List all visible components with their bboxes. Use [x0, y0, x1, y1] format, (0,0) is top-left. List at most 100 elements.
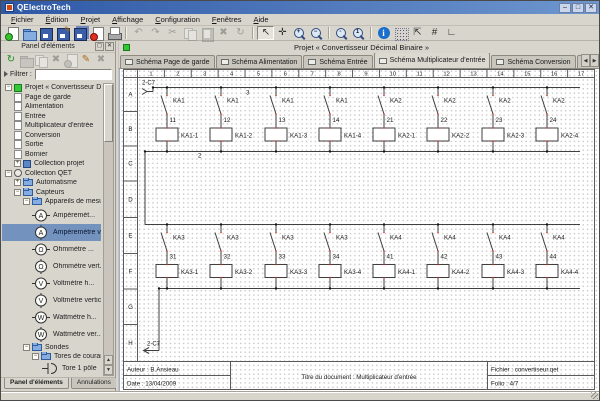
zoom-in-icon: + [292, 26, 308, 41]
tree-item-projet-convertisseur-deci[interactable]: −Projet « Convertisseur Déci... [2, 83, 101, 93]
tree-item-conversion[interactable]: Conversion [2, 131, 101, 141]
info-button[interactable]: i [375, 26, 392, 40]
tab-scroll-right-button[interactable]: ▶ [590, 54, 599, 67]
menu-fenetres[interactable]: Fenêtres [206, 15, 248, 24]
tree-expander[interactable]: − [5, 84, 12, 91]
float-panel-button[interactable]: ◻ [95, 42, 104, 51]
scroll-down-button[interactable]: ▼ [104, 365, 113, 375]
tree-item-alimentation[interactable]: Alimentation [2, 102, 101, 112]
open-project-icon [21, 26, 37, 41]
tree-item-tores-de-courant[interactable]: −Tores de courant [2, 352, 101, 362]
tree-item-voltmetre-h[interactable]: VVoltmètre h... [2, 275, 101, 292]
terminal-number: 14 [333, 117, 340, 124]
paste-button [198, 26, 215, 40]
tree-item-sondes[interactable]: −Sondes [2, 343, 101, 353]
schema-tab-label: Schéma Entrée [319, 59, 367, 66]
tab-schema-page-de-garde[interactable]: Schéma Page de garde [120, 55, 215, 68]
scroll-up-button[interactable]: ▲ [104, 355, 113, 365]
tree-item-amperemet[interactable]: AAmpèremèt... [2, 207, 101, 224]
tree-item-wattmetre-h[interactable]: WWattmètre h... [2, 309, 101, 326]
tree-item-bornier[interactable]: Bornier [2, 150, 101, 160]
save-button[interactable] [37, 26, 54, 40]
tree-item-ohmmetre[interactable]: ΩOhmmètre ... [2, 241, 101, 258]
scrollbar-thumb[interactable] [104, 84, 113, 142]
tab-schema-alimentation[interactable]: Schéma Alimentation [216, 55, 303, 68]
tree-item-ohmmetre-vert[interactable]: ΩOhmmètre vert... [2, 258, 101, 275]
tree-item-amperemetre-v[interactable]: AAmpèremètre v... [2, 224, 101, 241]
element-box [482, 265, 504, 278]
tree-item-tore-1-pole[interactable]: Tore 1 pôle [2, 362, 101, 375]
menu-affichage[interactable]: Affichage [106, 15, 149, 24]
delete-element-icon: ✖ [93, 53, 108, 68]
minimize-button[interactable]: – [559, 3, 571, 13]
filter-input[interactable] [35, 69, 112, 80]
tab-schema-entree[interactable]: Schéma Entrée [303, 55, 372, 68]
rotate-icon: ↻ [233, 26, 249, 41]
add-terminal-button[interactable]: # [426, 26, 443, 40]
tree-item-label: Sortie [25, 141, 43, 148]
tree-item-page-de-garde[interactable]: Page de garde [2, 93, 101, 103]
menu-configuration[interactable]: Configuration [149, 15, 206, 24]
cut-icon: ✂ [165, 26, 181, 41]
tree-expander[interactable]: − [5, 170, 12, 177]
tree-expander[interactable]: − [14, 189, 21, 196]
tab-schema-conversion[interactable]: Schéma Conversion [491, 55, 575, 68]
menu-fichier[interactable]: Fichier [5, 15, 40, 24]
tab-scroll-left-button[interactable]: ◀ [581, 54, 590, 67]
zoom-reset-button[interactable]: 1 [350, 26, 367, 40]
tree-item-multiplicateur-d-entree[interactable]: Multiplicateur d'entrée [2, 121, 101, 131]
panel-tab-annulations[interactable]: Annulations [71, 378, 117, 389]
maximize-button[interactable]: □ [572, 3, 584, 13]
close-file-button[interactable] [88, 26, 105, 40]
close-button[interactable]: ✕ [585, 3, 597, 13]
row-label: B [128, 126, 132, 133]
print-button[interactable] [105, 26, 122, 40]
zoom-in-button[interactable]: + [291, 26, 308, 40]
tree-item-wattmetre-ver[interactable]: WWattmètre ver... [2, 326, 101, 343]
tree-item-collection-projet[interactable]: +Collection projet [2, 159, 101, 169]
tree-item-collection-qet[interactable]: −Collection QET [2, 169, 101, 179]
menu-projet[interactable]: Projet [74, 15, 106, 24]
tab-schema-multiplicateur-d-entree[interactable]: Schéma Multiplicateur d'entrée [374, 53, 491, 68]
move-view-button[interactable]: ✛ [274, 26, 291, 40]
tree-item-voltmetre-vertical[interactable]: VVoltmètre vertical [2, 292, 101, 309]
tree-expander[interactable]: + [14, 179, 21, 186]
open-project-button[interactable] [20, 26, 37, 40]
element-box [210, 265, 232, 278]
tree-item-label: Automatisme [36, 179, 77, 186]
zoom-out-button[interactable]: − [308, 26, 325, 40]
schematic-drawing[interactable]: 1234567891011121314151617ABCDEFGHAuteur … [120, 69, 600, 394]
tree-item-entree[interactable]: Entrée [2, 112, 101, 122]
save-as-button[interactable]: ✎ [54, 26, 71, 40]
terminal-number: 44 [550, 254, 557, 261]
menu-aide[interactable]: Aide [248, 15, 275, 24]
tree-item-capteurs[interactable]: − Capteurs [2, 188, 101, 198]
add-conductor-button[interactable]: ∟ [443, 26, 460, 40]
grid-icon [393, 26, 409, 41]
zoom-out-icon: − [309, 26, 325, 41]
select-pointer-button[interactable]: ↖ [257, 26, 274, 40]
tree-expander[interactable]: − [23, 344, 30, 351]
tree-expander[interactable]: − [23, 198, 30, 205]
new-document-button[interactable] [3, 26, 20, 40]
tree-item-automatisme[interactable]: + Automatisme [2, 178, 101, 188]
resize-grip[interactable] [591, 392, 598, 399]
zoom-fit-button[interactable]: ▫ [333, 26, 350, 40]
tree-item-sortie[interactable]: Sortie [2, 140, 101, 150]
save-all-button[interactable] [71, 26, 88, 40]
reload-collections-button[interactable]: ↻ [3, 53, 18, 67]
add-text-button[interactable]: ⇱ [409, 26, 426, 40]
titlebar[interactable]: QElectroTech – □ ✕ [1, 1, 599, 14]
tree-item-appareils-de-mesure[interactable]: −Appareils de mesure [2, 197, 101, 207]
grid-button[interactable] [392, 26, 409, 40]
schematic-canvas[interactable]: 1234567891011121314151617ABCDEFGHAuteur … [119, 69, 599, 392]
edit-element-button[interactable]: ✎ [78, 53, 93, 67]
element-box [210, 128, 232, 141]
tree-item-label: Capteurs [36, 189, 64, 196]
panel-tab-panel-d-elements[interactable]: Panel d'éléments [4, 378, 69, 389]
element-box [265, 128, 287, 141]
tree-expander[interactable]: − [32, 353, 39, 360]
tree-scrollbar[interactable]: ▲ ▼ [103, 83, 114, 376]
tree-expander[interactable]: + [14, 160, 21, 167]
close-panel-button[interactable]: ✕ [105, 42, 114, 51]
